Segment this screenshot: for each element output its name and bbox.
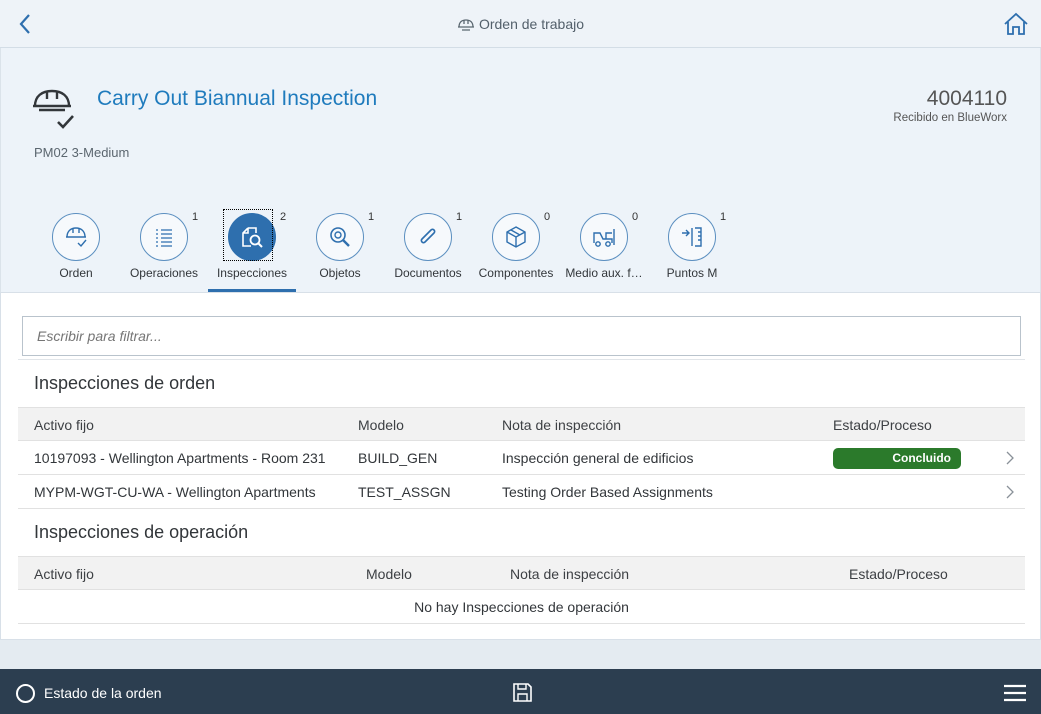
note-cell: Inspección general de edificios	[502, 450, 694, 466]
tab-count: 2	[280, 211, 287, 223]
tab-medio-aux-circle	[580, 213, 628, 261]
operation-inspections-title: Inspecciones de operación	[34, 522, 249, 542]
column-header: Activo fijo	[34, 417, 94, 433]
object-header: Carry Out Biannual Inspection PM02 3-Med…	[0, 48, 1041, 292]
tab-documentos[interactable]: 1 Documentos	[384, 211, 472, 293]
tab-operaciones-circle	[140, 213, 188, 261]
divider	[18, 359, 1025, 360]
column-header: Modelo	[358, 417, 404, 433]
order-inspections-title: Inspecciones de orden	[34, 373, 216, 393]
tab-orden-circle	[52, 213, 100, 261]
shell-title: Orden de trabajo	[0, 16, 1041, 32]
tab-label: Puntos M	[666, 266, 718, 280]
tab-label: Orden	[59, 266, 93, 280]
tab-componentes[interactable]: 0 Componentes	[472, 211, 560, 293]
column-header: Estado/Proceso	[849, 566, 948, 582]
tab-puntos-m-circle	[668, 213, 716, 261]
save-icon[interactable]	[512, 682, 533, 703]
column-header: Activo fijo	[34, 566, 94, 582]
tab-componentes-circle	[492, 213, 540, 261]
tab-objetos-circle	[316, 213, 364, 261]
object-subtitle: PM02 3-Medium	[34, 145, 130, 160]
menu-icon[interactable]	[1003, 684, 1027, 702]
box-icon	[506, 226, 526, 248]
tab-label: Inspecciones	[216, 266, 288, 280]
object-title: Carry Out Biannual Inspection	[97, 87, 378, 110]
note-cell: Testing Order Based Assignments	[502, 484, 713, 500]
hardhat-check-icon	[33, 89, 74, 129]
shell-header: Orden de trabajo	[0, 0, 1041, 48]
icon-tab-bar: Orden 1 Operaciones 2 Inspecciones 1 Obj…	[1, 209, 1041, 293]
tab-label: Medio aux. f…	[565, 266, 643, 280]
tab-orden[interactable]: Orden	[32, 211, 120, 293]
object-search-icon	[330, 227, 350, 247]
shell-title-text: Orden de trabajo	[478, 16, 585, 32]
hardhat-check-icon	[66, 227, 87, 248]
tab-label: Documentos	[394, 266, 462, 280]
tab-label: Objetos	[319, 266, 361, 280]
order-inspections-header: Activo fijo Modelo Nota de inspección Es…	[18, 407, 1025, 441]
status-circle-icon[interactable]	[16, 684, 35, 703]
filter-input[interactable]	[22, 316, 1021, 356]
operation-inspections-header: Activo fijo Modelo Nota de inspección Es…	[18, 556, 1025, 590]
table-row[interactable]: MYPM-WGT-CU-WA - Wellington Apartments T…	[18, 475, 1025, 509]
chevron-right-icon	[1006, 485, 1014, 499]
column-header: Nota de inspección	[510, 566, 630, 582]
footer-toolbar: Estado de la orden	[0, 669, 1041, 714]
tab-operaciones[interactable]: 1 Operaciones	[120, 211, 208, 293]
list-icon	[156, 229, 172, 247]
hardhat-icon	[457, 19, 474, 31]
tab-label: Componentes	[478, 266, 554, 280]
tab-medio-aux[interactable]: 0 Medio aux. f…	[560, 211, 648, 293]
tab-count: 1	[192, 211, 199, 223]
asset-cell: MYPM-WGT-CU-WA - Wellington Apartments	[34, 484, 316, 500]
tab-objetos[interactable]: 1 Objetos	[296, 211, 384, 293]
column-header: Nota de inspección	[502, 417, 622, 433]
model-cell: TEST_ASSGN	[358, 484, 451, 500]
empty-state: No hay Inspecciones de operación	[18, 590, 1025, 624]
order-number: 4004110	[926, 87, 1007, 110]
status-badge: Concluido	[833, 448, 961, 469]
tab-count: 1	[368, 211, 375, 223]
tab-count: 1	[720, 211, 727, 223]
column-header: Modelo	[366, 566, 412, 582]
asset-cell: 10197093 - Wellington Apartments - Room …	[34, 450, 326, 466]
home-icon[interactable]	[1003, 12, 1029, 36]
tab-count: 1	[456, 211, 463, 223]
focus-outline	[223, 209, 273, 261]
tab-label: Operaciones	[129, 266, 199, 280]
content-panel: Inspecciones de orden Activo fijo Modelo…	[0, 292, 1041, 640]
column-header: Estado/Proceso	[833, 417, 932, 433]
tab-puntos-m[interactable]: 1 Puntos M	[648, 211, 736, 293]
chevron-right-icon	[1006, 451, 1014, 465]
order-status-button[interactable]: Estado de la orden	[44, 685, 162, 701]
table-row[interactable]: 10197093 - Wellington Apartments - Room …	[18, 441, 1025, 475]
tab-count: 0	[632, 211, 639, 223]
forklift-icon	[593, 229, 615, 247]
measuring-point-icon	[682, 227, 702, 247]
paperclip-icon	[420, 228, 436, 244]
tab-count: 0	[544, 211, 551, 223]
order-status: Recibido en BlueWorx	[893, 112, 1007, 124]
model-cell: BUILD_GEN	[358, 450, 438, 466]
tab-documentos-circle	[404, 213, 452, 261]
tab-inspecciones[interactable]: 2 Inspecciones	[208, 209, 296, 293]
